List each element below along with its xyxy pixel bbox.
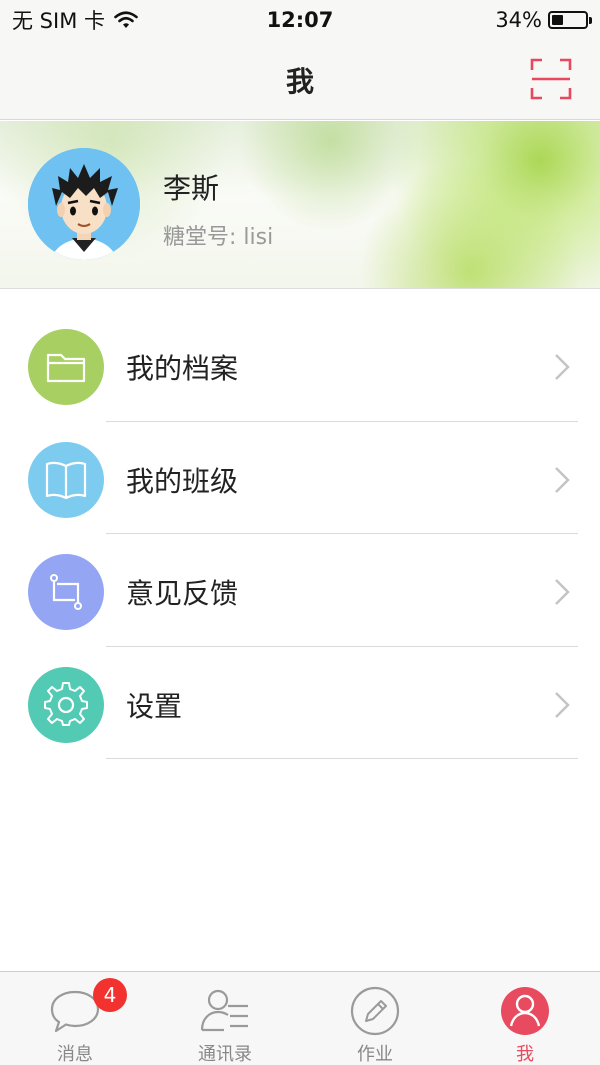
menu-list: 我的档案 我的班级 意见反馈 设置 — [0, 309, 600, 759]
carrier-text: 无 SIM 卡 — [12, 9, 105, 33]
menu-item-label: 意见反馈 — [126, 577, 239, 610]
status-left: 无 SIM 卡 — [12, 5, 139, 35]
divider — [106, 758, 578, 759]
status-right: 34% — [495, 8, 592, 32]
menu-item-label: 设置 — [126, 689, 183, 723]
pencil-icon — [350, 986, 400, 1036]
wifi-icon — [114, 11, 138, 28]
avatar[interactable] — [28, 148, 140, 260]
menu-item-feedback[interactable]: 意见反馈 — [0, 534, 600, 647]
feedback-icon — [50, 574, 82, 610]
menu-item-archive[interactable]: 我的档案 — [0, 309, 600, 422]
tab-contacts[interactable]: 通讯录 — [150, 972, 300, 1065]
page-title: 我 — [285, 64, 314, 98]
menu-item-settings[interactable]: 设置 — [0, 647, 600, 759]
tab-messages[interactable]: 4 消息 — [0, 972, 150, 1065]
battery-percent: 34% — [495, 8, 542, 32]
scan-qr-icon[interactable] — [530, 58, 572, 100]
battery-fill — [552, 15, 563, 25]
menu-item-label: 我的班级 — [126, 464, 239, 498]
profile-name: 李斯 — [163, 172, 220, 205]
status-bar: 无 SIM 卡 12:07 34% — [0, 0, 600, 40]
book-icon — [45, 461, 87, 499]
tab-label: 通讯录 — [198, 1044, 252, 1065]
battery-icon — [548, 11, 592, 29]
gear-icon — [44, 681, 88, 726]
chevron-right-icon — [555, 579, 570, 605]
chevron-right-icon — [555, 466, 570, 493]
book-icon-circle — [28, 441, 104, 518]
profile-id: 糖堂号: lisi — [163, 225, 274, 250]
tab-label: 作业 — [357, 1044, 393, 1065]
tab-me[interactable]: 我 — [450, 972, 600, 1065]
folder-icon — [46, 353, 86, 383]
chevron-right-icon — [555, 691, 570, 718]
tab-label: 消息 — [57, 1044, 93, 1065]
feedback-icon-circle — [28, 554, 104, 630]
unread-badge: 4 — [93, 978, 127, 1012]
tab-label: 我 — [516, 1044, 534, 1065]
menu-item-class[interactable]: 我的班级 — [0, 422, 600, 534]
contacts-icon — [200, 989, 248, 1032]
folder-icon-circle — [28, 329, 104, 405]
menu-item-label: 我的档案 — [126, 352, 239, 385]
nav-bar: 我 — [0, 40, 600, 120]
gear-icon-circle — [28, 666, 104, 743]
tab-homework[interactable]: 作业 — [300, 972, 450, 1065]
cartoon-boy-avatar — [28, 148, 140, 260]
chevron-right-icon — [555, 354, 570, 380]
tab-bar: 4 消息 通讯录 作业 我 — [0, 971, 600, 1065]
profile-header[interactable]: 李斯 糖堂号: lisi — [0, 121, 600, 289]
profile-icon — [501, 987, 549, 1035]
